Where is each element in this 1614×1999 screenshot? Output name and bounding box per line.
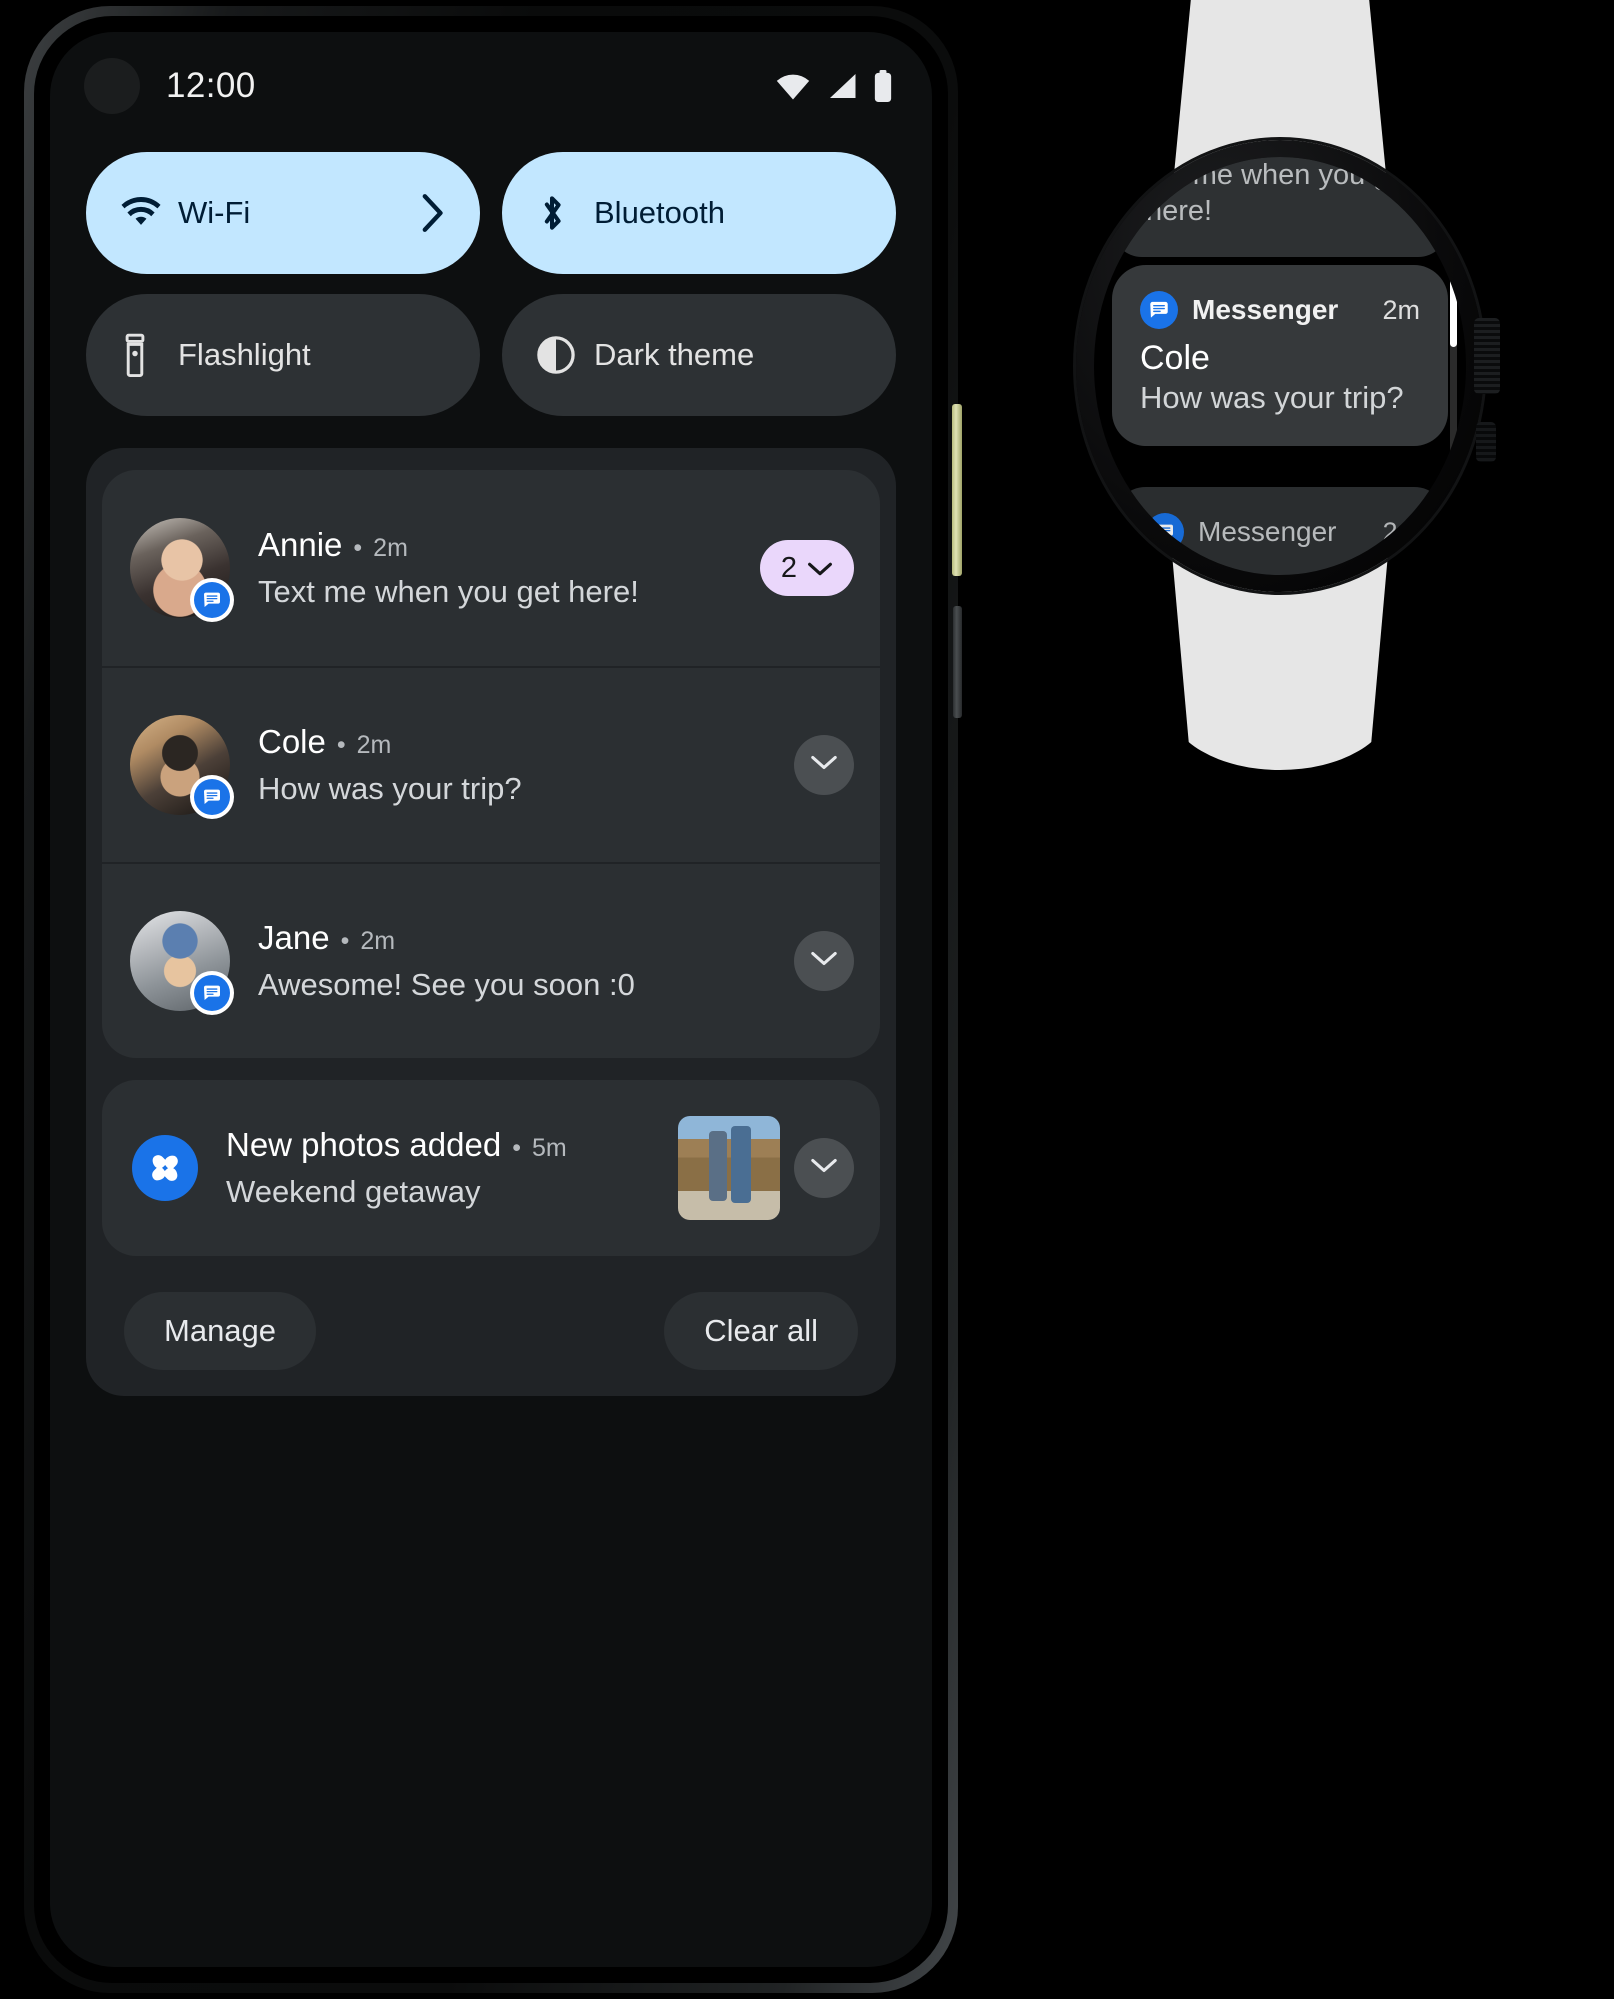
notification-time: 2m: [373, 534, 408, 562]
messages-icon: [1146, 513, 1184, 551]
notification-row[interactable]: Jane • 2m Awesome! See you soon :0: [102, 862, 880, 1058]
notification-time: 2m: [356, 731, 392, 759]
photos-card-expand-button[interactable]: [794, 1138, 854, 1198]
notification-sender: Cole: [258, 723, 326, 760]
notification-count-expand-button[interactable]: 2: [760, 540, 854, 596]
notification-sender: Annie: [258, 526, 343, 563]
notification-message: How was your trip?: [258, 771, 522, 806]
quick-tile-label: Wi-Fi: [178, 195, 251, 230]
watch-previous-text: ext me when you get here!: [1146, 159, 1414, 228]
notification-photos-card[interactable]: New photos added • 5m Weekend getaway: [102, 1080, 880, 1256]
watch-previous-notification[interactable]: ext me when you get here!: [1112, 157, 1448, 257]
messages-icon: [190, 578, 234, 622]
quick-tile-bluetooth[interactable]: Bluetooth: [502, 152, 896, 274]
notification-sender: Jane: [258, 919, 330, 956]
messages-icon: [1140, 291, 1178, 329]
avatar: [130, 911, 234, 1015]
notification-expand-button[interactable]: [794, 931, 854, 991]
quick-settings-grid: Wi-Fi Bluetooth Flashlight Dark theme: [50, 140, 932, 416]
dark-theme-icon: [536, 335, 580, 375]
wifi-icon: [120, 197, 164, 229]
battery-icon: [872, 70, 894, 102]
chevron-down-icon: [810, 754, 838, 776]
phone-volume-button[interactable]: [953, 606, 962, 718]
watch-app-name: Messenger: [1192, 294, 1339, 325]
watch-notification-header: Messenger 2m: [1140, 291, 1420, 329]
watch-next-notification[interactable]: Messenger 2m ane: [1112, 487, 1448, 575]
photos-card-separator: •: [512, 1134, 521, 1162]
bluetooth-icon: [536, 191, 580, 235]
quick-tile-flashlight[interactable]: Flashlight: [86, 294, 480, 416]
chevron-down-icon: [807, 552, 833, 585]
notification-row[interactable]: Annie • 2m Text me when you get here! 2: [102, 470, 880, 666]
quick-tile-label: Dark theme: [594, 337, 755, 372]
watch-screen: ext me when you get here! Messenger 2m C…: [1094, 157, 1466, 575]
avatar: [130, 715, 234, 819]
watch-device: ext me when you get here! Messenger 2m C…: [1070, 0, 1500, 780]
quick-tile-label: Bluetooth: [594, 195, 725, 230]
notification-row[interactable]: Cole • 2m How was your trip?: [102, 666, 880, 862]
phone-device: 12:00 Wi-Fi Bluetooth Flashlight Dark th…: [24, 6, 962, 1993]
notification-message: Awesome! See you soon :0: [258, 967, 635, 1002]
google-photos-icon: [132, 1135, 198, 1201]
notification-separator: •: [340, 927, 350, 955]
watch-active-notification[interactable]: Messenger 2m Cole How was your trip?: [1112, 265, 1448, 446]
photos-card-time: 5m: [531, 1134, 567, 1162]
chevron-down-icon: [810, 1157, 838, 1179]
notification-separator: •: [336, 731, 346, 759]
shade-actions: Manage Clear all: [102, 1256, 880, 1378]
clear-all-button[interactable]: Clear all: [664, 1292, 858, 1370]
phone-power-button[interactable]: [952, 404, 962, 576]
watch-next-app-name: Messenger: [1198, 516, 1337, 547]
notification-expand-button[interactable]: [794, 735, 854, 795]
screenshot-stage: 12:00 Wi-Fi Bluetooth Flashlight Dark th…: [0, 0, 1614, 1999]
quick-tile-label: Flashlight: [178, 337, 311, 372]
watch-next-sender: ane: [1146, 559, 1420, 575]
watch-case: ext me when you get here! Messenger 2m C…: [1076, 140, 1500, 592]
chevron-right-icon[interactable]: [420, 193, 446, 233]
status-bar-icons: [774, 70, 894, 102]
notification-separator: •: [353, 534, 363, 562]
notification-text: Jane • 2m Awesome! See you soon :0: [258, 919, 780, 1003]
camera-cutout: [84, 58, 140, 114]
conversation-group: Annie • 2m Text me when you get here! 2: [102, 470, 880, 1058]
phone-screen: 12:00 Wi-Fi Bluetooth Flashlight Dark th…: [50, 32, 932, 1967]
phone-bezel: 12:00 Wi-Fi Bluetooth Flashlight Dark th…: [34, 16, 948, 1983]
photos-card-thumbnail[interactable]: [678, 1116, 780, 1220]
watch-crown[interactable]: [1474, 318, 1500, 394]
photos-card-subtitle: Weekend getaway: [226, 1174, 481, 1209]
status-bar-clock: 12:00: [166, 66, 256, 105]
watch-notification-sender: Cole: [1140, 339, 1210, 377]
flashlight-icon: [120, 333, 164, 377]
wifi-icon: [774, 71, 812, 101]
photos-card-text: New photos added • 5m Weekend getaway: [226, 1126, 670, 1210]
chevron-down-icon: [810, 950, 838, 972]
watch-notification-message: How was your trip?: [1140, 380, 1404, 415]
quick-tile-dark-theme[interactable]: Dark theme: [502, 294, 896, 416]
watch-side-button[interactable]: [1476, 422, 1496, 462]
notification-time: 2m: [360, 927, 396, 955]
watch-next-header: Messenger 2m: [1146, 513, 1420, 551]
notification-shade: Annie • 2m Text me when you get here! 2: [86, 448, 896, 1396]
signal-icon: [825, 71, 859, 101]
notification-text: Annie • 2m Text me when you get here!: [258, 526, 746, 610]
notification-text: Cole • 2m How was your trip?: [258, 723, 780, 807]
status-bar: 12:00: [50, 32, 932, 140]
watch-scrollbar[interactable]: [1450, 269, 1457, 485]
watch-next-time: 2m: [1382, 516, 1420, 547]
quick-tile-wifi[interactable]: Wi-Fi: [86, 152, 480, 274]
notification-count: 2: [780, 551, 798, 584]
avatar: [130, 518, 234, 622]
messages-icon: [190, 775, 234, 819]
manage-button[interactable]: Manage: [124, 1292, 317, 1370]
messages-icon: [190, 971, 234, 1015]
photos-card-title: New photos added: [226, 1126, 502, 1163]
watch-notification-time: 2m: [1382, 294, 1420, 325]
notification-message: Text me when you get here!: [258, 574, 639, 609]
